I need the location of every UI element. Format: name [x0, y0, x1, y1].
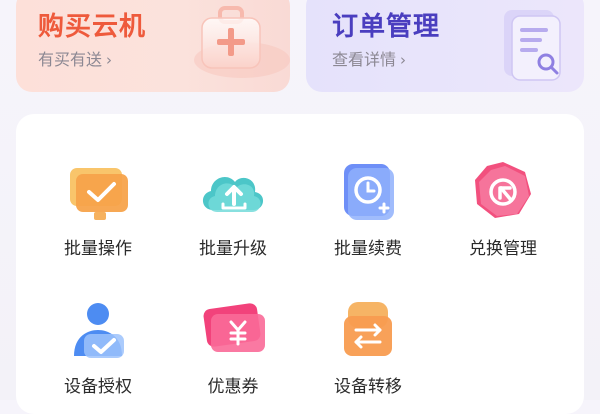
grid-label: 批量升级 [199, 239, 267, 259]
grid-item-exchange-management[interactable]: 兑换管理 [443, 160, 563, 259]
tools-panel: 批量操作 批量升级 批量续费 兑换管理 设备授权 优惠券 设备转移 [16, 114, 584, 414]
buy-card-title: 购买云机 [38, 12, 147, 42]
grid-item-batch-operate[interactable]: 批量操作 [38, 160, 158, 259]
cloud-upload-icon [202, 176, 264, 212]
exchange-cursor-icon [475, 162, 531, 218]
document-search-icon [504, 10, 561, 81]
grid-item-device-transfer[interactable]: 设备转移 [308, 298, 428, 397]
chevron-right-icon: › [106, 51, 113, 69]
grid-item-batch-upgrade[interactable]: 批量升级 [173, 160, 293, 259]
device-transfer-icon [344, 302, 392, 356]
grid-label: 批量续费 [334, 239, 402, 259]
chevron-right-icon: › [400, 51, 407, 69]
buy-card-subtitle: 有买有送 › [38, 50, 113, 69]
grid-label: 设备转移 [334, 377, 402, 397]
grid-label: 设备授权 [64, 377, 132, 397]
grid-item-device-authorize[interactable]: 设备授权 [38, 298, 158, 397]
grid-label: 批量操作 [64, 239, 132, 259]
grid-label: 优惠券 [207, 377, 259, 397]
grid-label: 兑换管理 [469, 239, 537, 259]
user-authorize-icon [74, 303, 124, 358]
buy-cloud-phone-card[interactable]: 购买云机 有买有送 › [16, 0, 290, 92]
order-card-subtitle: 查看详情 › [332, 50, 407, 69]
grid-item-batch-renew[interactable]: 批量续费 [308, 160, 428, 259]
clock-renew-icon [344, 164, 394, 220]
batch-operate-icon [70, 168, 128, 220]
order-management-card[interactable]: 订单管理 查看详情 › [306, 0, 584, 92]
coupon-yen-icon [203, 303, 265, 352]
medical-box-plus-icon [194, 6, 290, 78]
order-card-title: 订单管理 [332, 12, 441, 42]
grid-item-coupon[interactable]: 优惠券 [173, 298, 293, 397]
